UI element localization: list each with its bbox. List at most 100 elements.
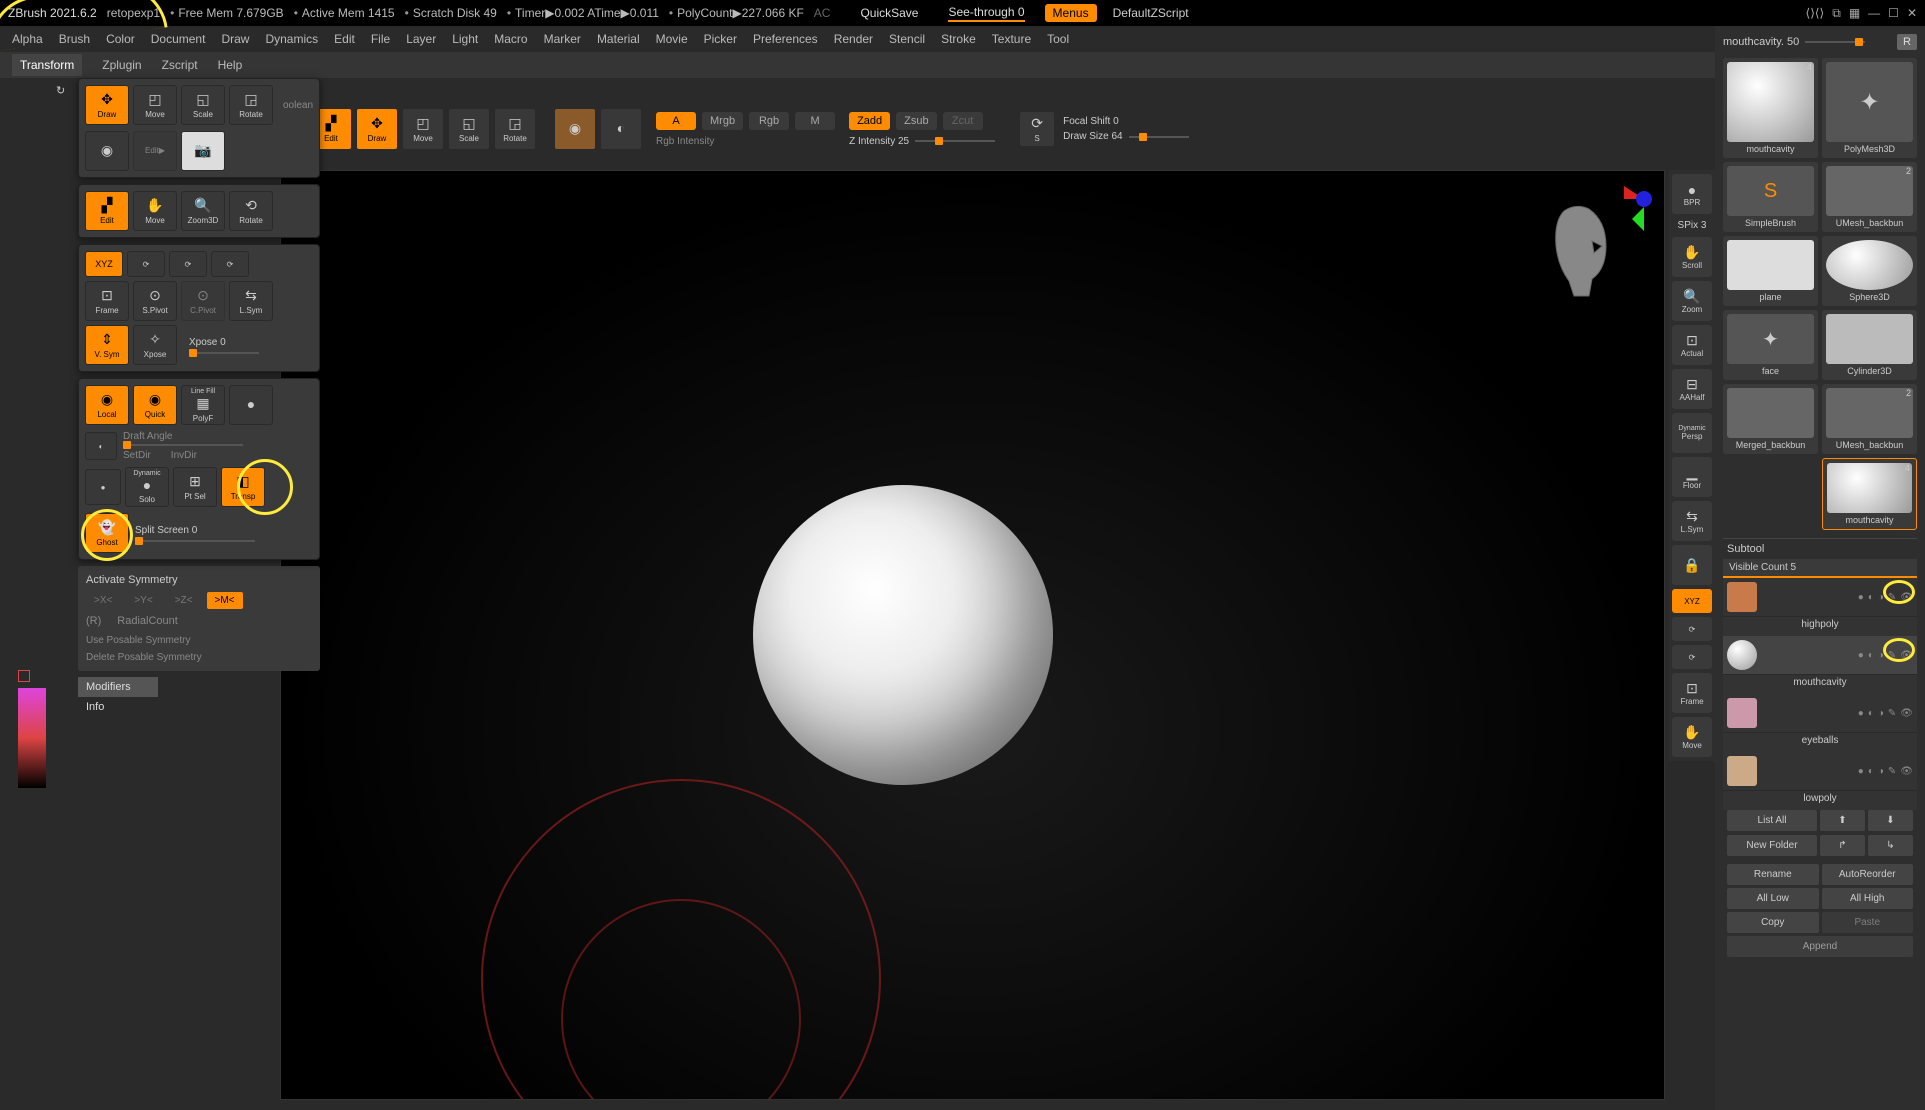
menu-tool[interactable]: Tool xyxy=(1047,32,1069,46)
sphere-display-button[interactable]: ● xyxy=(229,385,273,425)
nav-widget[interactable] xyxy=(1594,181,1654,241)
menu-movie[interactable]: Movie xyxy=(656,32,688,46)
arrow2-button[interactable]: ↳ xyxy=(1868,835,1913,856)
allhigh-button[interactable]: All High xyxy=(1822,888,1914,909)
menus-button[interactable]: Menus xyxy=(1045,4,1097,22)
color-gradient[interactable] xyxy=(18,688,46,788)
tool-mouthcavity-selected[interactable]: 4 mouthcavity xyxy=(1822,458,1917,530)
bpr-button[interactable]: ●BPR xyxy=(1672,174,1712,214)
visible-count-slider[interactable]: Visible Count 5 xyxy=(1723,559,1917,578)
tool-plane[interactable]: plane xyxy=(1723,236,1818,306)
sym-y-button[interactable]: >Y< xyxy=(126,592,160,609)
modifiers-section[interactable]: Modifiers xyxy=(78,677,158,697)
menu-light[interactable]: Light xyxy=(452,32,478,46)
camera-button[interactable]: 📷 xyxy=(181,131,225,171)
use-posable-button[interactable]: Use Posable Symmetry xyxy=(86,635,312,646)
actual-button[interactable]: ⊡Actual xyxy=(1672,325,1712,365)
r-button[interactable]: R xyxy=(1897,34,1917,50)
tb-rotate-button[interactable]: ◲Rotate xyxy=(494,108,536,150)
sphere-mode-button[interactable]: ◉ xyxy=(85,131,129,171)
menu-texture[interactable]: Texture xyxy=(992,32,1031,46)
xpose-icon-button[interactable]: ✧Xpose xyxy=(133,325,177,365)
menu-edit[interactable]: Edit xyxy=(334,32,355,46)
refresh-icon[interactable]: ↻ xyxy=(56,84,72,100)
m-button[interactable]: M xyxy=(795,112,835,130)
tool-polymesh3d[interactable]: ✦ PolyMesh3D xyxy=(1822,58,1917,158)
rot-y-button[interactable]: ⟳ xyxy=(169,251,207,277)
splitscreen-slider[interactable]: Split Screen 0 xyxy=(135,525,313,536)
tool-umesh-backbun[interactable]: 2 UMesh_backbun xyxy=(1822,162,1917,232)
menu-brush[interactable]: Brush xyxy=(59,32,90,46)
menu-color[interactable]: Color xyxy=(106,32,135,46)
arrows-icon[interactable]: ⟨⟩⟨⟩ xyxy=(1806,6,1825,20)
zoom3d-button[interactable]: 🔍Zoom3D xyxy=(181,191,225,231)
rot2-button[interactable]: ⟳ xyxy=(1672,645,1712,669)
xpose-slider[interactable]: Xpose 0 xyxy=(181,337,313,354)
radialcount-label[interactable]: RadialCount xyxy=(117,615,178,627)
monitor-icon[interactable]: ⧉ xyxy=(1832,6,1841,21)
solo-button[interactable]: Dynamic●Solo xyxy=(125,467,169,507)
tool-sphere3d[interactable]: Sphere3D xyxy=(1822,236,1917,306)
local-button[interactable]: ◉Local xyxy=(85,385,129,425)
menu-picker[interactable]: Picker xyxy=(704,32,737,46)
xyz-vt-button[interactable]: XYZ xyxy=(1672,589,1712,613)
subtool-highpoly[interactable]: ●◐◑✎👁 xyxy=(1723,578,1917,617)
tb-scale-button[interactable]: ◱Scale xyxy=(448,108,490,150)
alllow-button[interactable]: All Low xyxy=(1727,888,1819,909)
info-section[interactable]: Info xyxy=(78,697,320,717)
menu-preferences[interactable]: Preferences xyxy=(753,32,818,46)
tool-umesh-backbun2[interactable]: 2 UMesh_backbun xyxy=(1822,384,1917,454)
move-vt-button[interactable]: ✋Move xyxy=(1672,717,1712,757)
zoom-button[interactable]: 🔍Zoom xyxy=(1672,281,1712,321)
menu-stroke[interactable]: Stroke xyxy=(941,32,976,46)
sphere2-button[interactable]: ● xyxy=(85,469,121,505)
sym-z-button[interactable]: >Z< xyxy=(167,592,201,609)
tool-mouthcavity[interactable]: 4 mouthcavity xyxy=(1723,58,1818,158)
sym-x-button[interactable]: >X< xyxy=(86,592,120,609)
ptsel-button[interactable]: ⊞Pt Sel xyxy=(173,467,217,507)
menu2-zscript[interactable]: Zscript xyxy=(162,58,198,72)
rotate-button[interactable]: ◲Rotate xyxy=(229,85,273,125)
maximize-icon[interactable]: ☐ xyxy=(1888,6,1899,20)
grid-icon[interactable]: ▦ xyxy=(1849,6,1860,20)
subtool-header[interactable]: Subtool xyxy=(1723,538,1917,559)
rgb-button[interactable]: Rgb xyxy=(749,112,789,130)
color-swatch[interactable] xyxy=(18,670,30,682)
newfolder-button[interactable]: New Folder xyxy=(1727,835,1817,856)
eye-icon[interactable]: 👁 xyxy=(1900,592,1913,603)
invdir-button[interactable]: InvDir xyxy=(171,450,197,461)
nav-rotate-button[interactable]: ⟲Rotate xyxy=(229,191,273,231)
polyf-button[interactable]: Line Fill▦PolyF xyxy=(181,385,225,425)
menu-document[interactable]: Document xyxy=(151,32,206,46)
autoreorder-button[interactable]: AutoReorder xyxy=(1822,864,1914,885)
menu-alpha[interactable]: Alpha xyxy=(12,32,43,46)
tool-cylinder3d[interactable]: Cylinder3D xyxy=(1822,310,1917,380)
default-zscript[interactable]: DefaultZScript xyxy=(1113,6,1189,20)
menu-layer[interactable]: Layer xyxy=(406,32,436,46)
tool-slider-label[interactable]: mouthcavity. 50 xyxy=(1723,36,1799,48)
spivot-button[interactable]: ⊙S.Pivot xyxy=(133,281,177,321)
lsym-vt-button[interactable]: ⇆L.Sym xyxy=(1672,501,1712,541)
transp-button[interactable]: ◧Transp xyxy=(221,467,265,507)
lsym-button[interactable]: ⇆L.Sym xyxy=(229,281,273,321)
subtool-mouthcavity[interactable]: ●◐◑✎👁 xyxy=(1723,636,1917,675)
a-button[interactable]: A xyxy=(656,112,696,130)
tb-draw-button[interactable]: ✥Draw xyxy=(356,108,398,150)
close-icon[interactable]: ✕ xyxy=(1907,6,1917,20)
floor-button[interactable]: ▁Floor xyxy=(1672,457,1712,497)
scroll-button[interactable]: ✋Scroll xyxy=(1672,237,1712,277)
menu2-help[interactable]: Help xyxy=(218,58,243,72)
seethrough-slider[interactable]: See-through 0 xyxy=(948,5,1024,22)
tb-move-button[interactable]: ◰Move xyxy=(402,108,444,150)
quicksave-button[interactable]: QuickSave xyxy=(860,6,918,20)
activate-symmetry-label[interactable]: Activate Symmetry xyxy=(86,574,312,586)
mrgb-button[interactable]: Mrgb xyxy=(702,112,743,130)
zadd-button[interactable]: Zadd xyxy=(849,112,890,130)
copy-button[interactable]: Copy xyxy=(1727,912,1819,933)
persp-button[interactable]: DynamicPersp xyxy=(1672,413,1712,453)
menu-stencil[interactable]: Stencil xyxy=(889,32,925,46)
subtool-eyeballs[interactable]: ●◐◑✎👁 xyxy=(1723,694,1917,733)
aahalf-button[interactable]: ⊟AAHalf xyxy=(1672,369,1712,409)
quick-button[interactable]: ◉Quick xyxy=(133,385,177,425)
listall-button[interactable]: List All xyxy=(1727,810,1817,831)
